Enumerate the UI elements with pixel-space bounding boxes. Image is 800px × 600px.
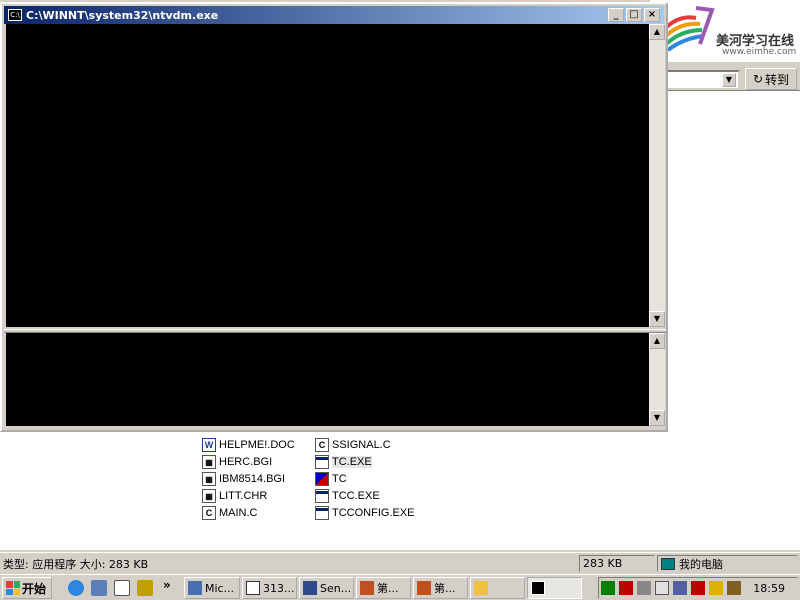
utility-icon[interactable] xyxy=(727,581,741,595)
clock[interactable]: 18:59 xyxy=(753,582,785,595)
list-item[interactable]: ▦ IBM8514.BGI xyxy=(202,471,285,487)
list-item[interactable]: TC.EXE xyxy=(315,454,372,470)
file-name: MAIN.C xyxy=(219,507,258,519)
console-titlebar[interactable]: C:\ C:\WINNT\system32\ntvdm.exe _ □ × xyxy=(4,6,664,24)
list-item[interactable]: TCCONFIG.EXE xyxy=(315,505,415,521)
system-tray: 18:59 xyxy=(598,577,798,599)
console-icon xyxy=(531,581,545,595)
list-item[interactable]: ▦ HERC.BGI xyxy=(202,454,272,470)
network-icon[interactable] xyxy=(637,581,651,595)
file-name: TCCONFIG.EXE xyxy=(332,507,415,519)
tc-icon xyxy=(315,472,329,486)
exe-icon xyxy=(315,455,329,469)
maximize-icon[interactable]: □ xyxy=(626,8,642,22)
computer-icon xyxy=(661,557,675,570)
notepad-icon xyxy=(246,581,260,595)
taskbar-button[interactable]: Sen... xyxy=(299,577,354,599)
word-icon xyxy=(188,581,202,595)
start-button[interactable]: 开始 xyxy=(2,577,52,599)
send-icon xyxy=(303,581,317,595)
goto-button[interactable]: ↻ 转到 xyxy=(745,68,797,90)
windows-logo-icon xyxy=(6,581,20,595)
taskbar-button-label: 第... xyxy=(434,582,456,595)
taskbar-button-label: 313... xyxy=(263,581,295,595)
list-item[interactable]: TC xyxy=(315,471,347,487)
document-icon xyxy=(417,581,431,595)
exe-icon xyxy=(315,506,329,520)
logo-url: www.eimhe.com xyxy=(722,47,797,57)
scroll-down-icon[interactable]: ▼ xyxy=(649,311,665,327)
title-buttons: _ □ × xyxy=(608,8,660,22)
c-file-icon: C xyxy=(202,506,216,520)
scroll-up-icon[interactable]: ▲ xyxy=(649,333,665,349)
console-window[interactable]: C:\ C:\WINNT\system32\ntvdm.exe _ □ × ▲ … xyxy=(0,2,668,432)
list-item[interactable]: ▦ LITT.CHR xyxy=(202,488,267,504)
taskbar-button-label: Sen... xyxy=(320,581,352,595)
window-title: C:\WINNT\system32\ntvdm.exe xyxy=(26,8,219,22)
scrollbar-lower[interactable]: ▲ ▼ xyxy=(649,333,665,426)
close-icon[interactable]: × xyxy=(644,8,660,22)
chr-icon: ▦ xyxy=(202,489,216,503)
file-name: TC xyxy=(332,473,347,485)
input-method-icon[interactable] xyxy=(673,581,687,595)
media-player-icon[interactable] xyxy=(137,580,153,596)
taskbar-button-label: Mic... xyxy=(205,581,235,595)
taskbar-button[interactable]: 第... xyxy=(356,577,411,599)
file-name: HELPME!.DOC xyxy=(219,439,295,451)
taskbar-button-label: 第... xyxy=(377,582,399,595)
taskbar-button[interactable] xyxy=(470,577,525,599)
antivirus-icon[interactable] xyxy=(619,581,633,595)
start-label: 开始 xyxy=(22,581,47,596)
status-location: 我的电脑 xyxy=(657,555,798,572)
console-icon[interactable]: C:\ xyxy=(8,9,22,21)
file-name: TC.EXE xyxy=(332,456,372,468)
scroll-down-icon[interactable]: ▼ xyxy=(649,410,665,426)
status-size: 283 KB xyxy=(579,555,655,572)
exe-icon xyxy=(315,489,329,503)
c-file-icon: C xyxy=(315,438,329,452)
taskbar-button[interactable]: 313... xyxy=(242,577,297,599)
console-output-lower[interactable] xyxy=(6,333,649,426)
show-desktop-icon[interactable] xyxy=(114,580,130,596)
status-bar: 类型: 应用程序 大小: 283 KB 283 KB 我的电脑 xyxy=(0,552,800,572)
taskbar: 开始 » Mic... 313... Sen... 第... 第... 18:5… xyxy=(0,574,800,600)
bgi-icon: ▦ xyxy=(202,455,216,469)
outlook-icon[interactable] xyxy=(91,580,107,596)
monitor-icon[interactable] xyxy=(601,581,615,595)
folder-icon xyxy=(474,581,488,595)
goto-arrow-icon: ↻ xyxy=(752,72,764,86)
scroll-up-icon[interactable]: ▲ xyxy=(649,24,665,40)
file-name: HERC.BGI xyxy=(219,456,273,468)
ie-icon[interactable] xyxy=(68,580,84,596)
security-icon[interactable] xyxy=(709,581,723,595)
quicklaunch-more-icon[interactable]: » xyxy=(163,578,171,592)
taskbar-button[interactable]: 第... xyxy=(413,577,468,599)
taskbar-button-console[interactable] xyxy=(527,577,582,599)
file-name: LITT.CHR xyxy=(219,490,268,502)
file-name: IBM8514.BGI xyxy=(219,473,286,485)
taskbar-button[interactable]: Mic... xyxy=(184,577,240,599)
list-item[interactable]: C SSIGNAL.C xyxy=(315,437,391,453)
file-name: SSIGNAL.C xyxy=(332,439,391,451)
list-item[interactable]: TCC.EXE xyxy=(315,488,380,504)
list-item[interactable]: C MAIN.C xyxy=(202,505,258,521)
list-item[interactable]: W HELPME!.DOC xyxy=(202,437,295,453)
status-location-label: 我的电脑 xyxy=(679,557,723,571)
chevron-down-icon[interactable]: ▼ xyxy=(722,73,736,87)
minimize-icon[interactable]: _ xyxy=(608,8,624,22)
goto-label: 转到 xyxy=(765,72,790,87)
site-logo: 美河学习在线 www.eimhe.com xyxy=(650,0,800,62)
file-name: TCC.EXE xyxy=(332,490,380,502)
status-description: 类型: 应用程序 大小: 283 KB xyxy=(3,558,149,571)
bgi-icon: ▦ xyxy=(202,472,216,486)
document-icon xyxy=(360,581,374,595)
volume-icon[interactable] xyxy=(655,581,669,595)
scrollbar-upper[interactable]: ▲ ▼ xyxy=(649,24,665,327)
address-input[interactable]: ▼ xyxy=(666,70,740,90)
doc-icon: W xyxy=(202,438,216,452)
console-output-upper[interactable] xyxy=(6,24,649,327)
kingsoft-icon[interactable] xyxy=(691,581,705,595)
